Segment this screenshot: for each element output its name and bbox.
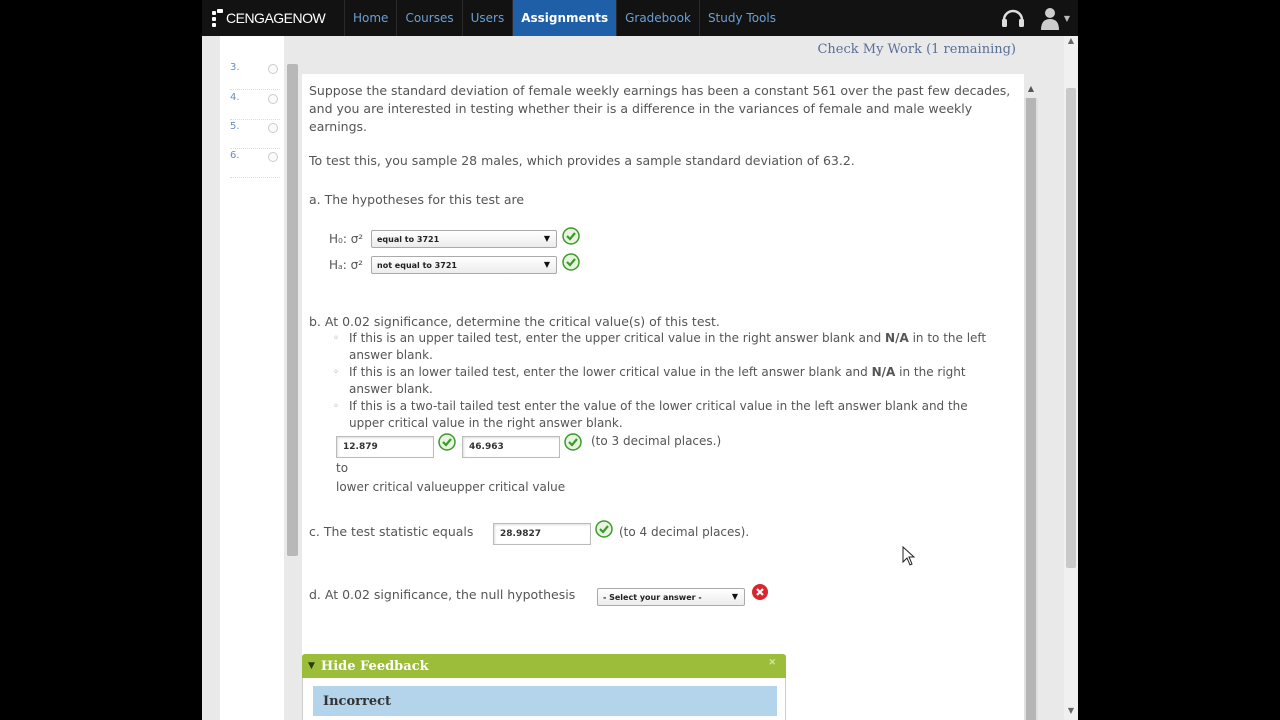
null-hypothesis-decision-select[interactable]: - Select your answer - ▼: [597, 588, 745, 606]
logo-text: CENGAGENOW: [226, 10, 326, 26]
nav-study-tools[interactable]: Study Tools: [698, 0, 784, 36]
feedback-panel: Incorrect: [302, 678, 786, 720]
instruction-item: If this is an upper tailed test, enter t…: [329, 330, 1005, 364]
question-nav-item[interactable]: 6.: [230, 150, 280, 178]
cengage-logo[interactable]: CENGAGENOW: [212, 9, 344, 27]
user-menu-chevron-icon[interactable]: ▼: [1064, 14, 1070, 23]
correct-check-icon: [562, 253, 580, 271]
question-content: Suppose the standard deviation of female…: [302, 74, 1024, 720]
status-circle-icon: [268, 123, 278, 133]
alternative-hypothesis-row: Hₐ: σ² not equal to 3721 ▼: [329, 253, 580, 274]
to-label: to: [336, 461, 349, 475]
question-sample-info: To test this, you sample 28 males, which…: [309, 153, 855, 168]
null-hypothesis-row: H₀: σ² equal to 3721 ▼: [329, 227, 580, 248]
nav-home[interactable]: Home: [344, 0, 396, 36]
part-c-label: c. The test statistic equals: [309, 524, 474, 539]
incorrect-x-icon: [752, 584, 768, 600]
content-scroll-up-icon[interactable]: ▲: [1024, 84, 1038, 98]
nav-right-tools: ▼: [1000, 6, 1070, 30]
question-nav-item[interactable]: 4.: [230, 92, 280, 120]
question-nav-item[interactable]: 5.: [230, 121, 280, 149]
critical-value-caption: lower critical valueupper critical value: [336, 480, 566, 494]
dropdown-arrow-icon: ▼: [731, 592, 738, 601]
instruction-item: If this is a two-tail tailed test enter …: [329, 398, 1005, 432]
part-b-instructions: If this is an upper tailed test, enter t…: [329, 330, 1005, 432]
alternative-hypothesis-value: not equal to 3721: [377, 260, 457, 270]
part-b-label: b. At 0.02 significance, determine the c…: [309, 314, 720, 329]
nav-assignments[interactable]: Assignments: [512, 0, 617, 36]
part-b-precision-note: (to 3 decimal places.): [591, 434, 722, 448]
mouse-cursor-icon: [902, 546, 916, 566]
question-nav-item[interactable]: 3.: [230, 62, 280, 90]
question-intro: Suppose the standard deviation of female…: [309, 83, 1011, 134]
page-scroll-up-icon[interactable]: ▲: [1064, 36, 1078, 50]
dropdown-arrow-icon: ▼: [543, 260, 550, 269]
nav-courses[interactable]: Courses: [396, 0, 461, 36]
null-hypothesis-value: equal to 3721: [377, 234, 440, 244]
question-number: 3.: [230, 62, 240, 73]
question-number: 6.: [230, 150, 240, 161]
decision-select-value: - Select your answer -: [603, 592, 702, 602]
question-list-scrollbar[interactable]: [287, 64, 298, 556]
question-list: 3. 4. 5. 6.: [220, 36, 284, 720]
page-scroll-down-icon[interactable]: ▼: [1064, 706, 1078, 720]
part-d-label: d. At 0.02 significance, the null hypoth…: [309, 587, 576, 602]
part-a-label: a. The hypotheses for this test are: [309, 192, 525, 207]
user-icon[interactable]: [1040, 6, 1060, 30]
headset-icon[interactable]: [1000, 6, 1026, 30]
lower-critical-value-input[interactable]: 12.879: [336, 436, 434, 458]
feedback-status: Incorrect: [313, 686, 777, 716]
top-navbar: CENGAGENOW Home Courses Users Assignment…: [202, 0, 1078, 36]
null-hypothesis-select[interactable]: equal to 3721 ▼: [371, 230, 557, 248]
collapse-triangle-icon: ▼: [308, 661, 315, 671]
hide-feedback-toggle[interactable]: ▼ Hide Feedback ✕: [302, 654, 786, 678]
alternative-hypothesis-select[interactable]: not equal to 3721 ▼: [371, 256, 557, 274]
assignment-page: 3. 4. 5. 6. Check My Work (1 remaining) …: [202, 36, 1078, 720]
correct-check-icon: [595, 520, 613, 538]
nav-gradebook[interactable]: Gradebook: [616, 0, 699, 36]
test-statistic-input[interactable]: 28.9827: [493, 523, 591, 545]
status-circle-icon: [268, 94, 278, 104]
null-hypothesis-label: H₀: σ²: [329, 232, 364, 246]
content-scrollbar-thumb[interactable]: [1026, 98, 1036, 720]
alternative-hypothesis-label: Hₐ: σ²: [329, 258, 363, 272]
part-c-precision-note: (to 4 decimal places).: [619, 525, 750, 539]
dropdown-arrow-icon: ▼: [543, 234, 550, 243]
correct-check-icon: [562, 227, 580, 245]
question-number: 4.: [230, 92, 240, 103]
page-scrollbar-thumb[interactable]: [1066, 88, 1076, 568]
correct-check-icon: [564, 433, 582, 451]
instruction-item: If this is an lower tailed test, enter t…: [329, 364, 1005, 398]
upper-critical-value-input[interactable]: 46.963: [462, 436, 560, 458]
question-number: 5.: [230, 121, 240, 132]
logo-mark-icon: [212, 9, 224, 27]
main-nav: Home Courses Users Assignments Gradebook…: [344, 0, 784, 36]
close-feedback-icon[interactable]: ✕: [768, 658, 776, 668]
status-circle-icon: [268, 64, 278, 74]
nav-users[interactable]: Users: [461, 0, 513, 36]
correct-check-icon: [438, 433, 456, 451]
check-my-work-link[interactable]: Check My Work (1 remaining): [817, 42, 1016, 57]
hide-feedback-label: Hide Feedback: [320, 658, 429, 674]
status-circle-icon: [268, 152, 278, 162]
